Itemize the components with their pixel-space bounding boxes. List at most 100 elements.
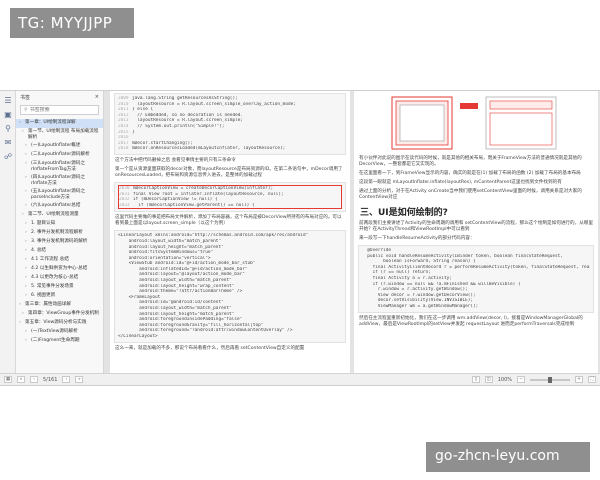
chevron-right-icon[interactable]: › [25,189,29,195]
last-page-icon[interactable]: » [75,376,84,383]
toc-item-label: 第二节、UI绘制流程测量 [28,212,79,217]
toc-item[interactable]: › 第四章：ViewGroup事件分发机制 [16,310,103,319]
bookmark-search-input[interactable] [29,107,90,113]
toc-item[interactable]: › 第三章：属性动画详解 [16,301,103,310]
close-icon[interactable]: × [95,94,99,100]
paragraph: 有小伙伴对此说的图示在读代码的时候，就是其他的相关布局，而关于FrameView… [359,156,582,167]
chevron-right-icon[interactable]: › [22,212,26,218]
chevron-right-icon[interactable]: › [25,338,29,344]
bookmark-icon[interactable]: ☰ [3,96,13,105]
code-block-mid: 2030 mDecorCaptionView = createDecorCapti… [114,181,346,213]
next-page-icon[interactable]: › [62,376,71,383]
comment-icon[interactable]: ✉ [3,138,13,147]
zoom-level[interactable]: 100% [498,377,512,383]
chevron-right-icon[interactable]: › [25,221,29,227]
fullscreen-icon[interactable]: ⛶ [588,376,596,383]
toc-item-label: 3. 事件分发机制源码的解析 [31,239,88,244]
toc-item-label: (五)LayoutInflater源码之parseInclude方法 [31,189,86,200]
code-text: layoutResource = R.layout.screen_simple; [132,118,244,124]
document-page-left: 2009 java.lang.String getResourcesAsStrin… [110,91,350,375]
toc-item[interactable]: › 4.1 工作流程 总结 [16,256,103,265]
chevron-right-icon[interactable]: › [19,120,23,126]
chevron-right-icon[interactable]: › [25,248,29,254]
toc-item[interactable]: › 第一节、UI绘制流程 布局加载流程解析 [16,128,103,142]
toc-item[interactable]: › 4. 总结 [16,247,103,256]
paragraph: 这段第一眼就是 mLayoutInflater.inflate(layoutRe… [359,180,562,185]
code-text: final View root = inflater.inflate(layou… [133,191,284,197]
toc-item[interactable]: › 第二节、UI绘制流程测量 [16,211,103,220]
toc-item[interactable]: › (五)LayoutInflater源码之parseInclude方法 [16,188,103,202]
toc-item-label: 4.3 以更改为核心-总结 [31,275,79,280]
page-indicator[interactable]: 5/161 [43,377,57,383]
toc-item[interactable]: › 3. 事件分发机制源码的解析 [16,238,103,247]
chevron-right-icon[interactable]: › [25,275,29,281]
icon-rail: ☰ ▣ ⚲ ✉ ☍ [0,91,16,375]
line-number: 2018 [118,146,129,152]
first-page-icon[interactable]: « [17,376,25,383]
toc-item-label: 2. 事件分发机制流程解析 [31,230,83,235]
toc-item[interactable]: › (二)LayoutInflater源码解析 [16,151,103,160]
code-text: mDecor.startChanging(); [132,140,193,146]
sidebar-search: ⚲ [20,105,99,115]
paragraph: 这里代码主要做的事是把布局文件解析，添加了布局容器，这个布局是被DecorVie… [115,215,342,227]
zoom-in-icon[interactable]: + [575,376,583,383]
chevron-right-icon[interactable]: › [19,320,23,326]
code-text: mDecor.onResourcesLoaded(mLayoutInflater… [132,146,286,152]
single-page-icon[interactable]: ▯ [471,376,480,383]
prev-page-icon[interactable]: ‹ [30,376,38,383]
toc-item-label: (二)LayoutInflater源码解析 [31,152,90,157]
toc-item[interactable]: › 第五章：View源码分析与实践 [16,319,103,328]
toc-item[interactable]: › (一)TextView源码解析 [16,328,103,337]
chevron-right-icon[interactable]: › [25,161,29,167]
toc-item[interactable]: › (一)LayoutInflater概述 [16,142,103,151]
zoom-slider[interactable] [530,376,570,383]
toc-item[interactable]: › (三)LayoutInflater源码之rInflateFromTag方法 [16,160,103,174]
paragraph: 然后在主流程里重新初始化，我们在这一步调用 wm.addView(decor, … [359,315,583,327]
toc-item[interactable]: › (二)Fragment生命周期 [16,337,103,346]
search-icon[interactable]: ⚲ [3,124,13,133]
toc-item-label: 1. 题目认知 [31,221,56,226]
zoom-out-icon[interactable]: − [517,376,525,383]
toc-item[interactable]: › (六)LayoutInflater总结 [16,202,103,211]
two-page-icon[interactable]: ◫ [484,376,493,383]
chevron-right-icon[interactable]: › [25,266,29,272]
zoom-slider-thumb[interactable] [548,376,552,383]
document-page-right: 有小伙伴对此说的图示在读代码的时候，就是其他的相关布局，而关于FrameView… [354,91,598,375]
code-text: if (mDecorCaptionView != null) { [133,197,218,203]
toc-item[interactable]: › (四)LayoutInflater源码之rInflate方法 [16,174,103,188]
toc-item-label: (一)TextView源码解析 [31,329,78,334]
code-block-xml: <LinearLayout xmlns:android="http://sche… [114,230,346,343]
chevron-right-icon[interactable]: › [22,311,26,317]
chevron-right-icon[interactable]: › [25,257,29,263]
chevron-right-icon[interactable]: › [25,284,29,290]
code-text: if (mDecorCaptionView.getParent() == nul… [133,202,255,208]
toc-item[interactable]: › 4.3 以更改为核心-总结 [16,274,103,283]
chevron-right-icon[interactable]: › [25,329,29,335]
toc-item[interactable]: › 2. 事件分发机制流程解析 [16,229,103,238]
toc-item-label: 5. 常见事件分发场景 [31,284,74,289]
chevron-right-icon[interactable]: › [25,143,29,149]
chevron-right-icon[interactable]: › [25,152,29,158]
chevron-right-icon[interactable]: › [25,239,29,245]
chevron-right-icon[interactable]: › [25,230,29,236]
toc-item[interactable]: › 第一章：UI绘制流程详解 [16,119,103,128]
thumbnail-icon[interactable]: ▣ [3,110,13,119]
grid-icon[interactable]: ▦ [4,376,12,383]
code-text: } else { [132,107,154,113]
toc-item[interactable]: › 5. 常见事件分发场景 [16,283,103,292]
chevron-right-icon[interactable]: › [25,203,29,209]
chevron-right-icon[interactable]: › [25,293,29,299]
code-text: // Embedded, so no decoration is needed. [132,112,244,118]
toc-item-label: (四)LayoutInflater源码之rInflate方法 [31,175,86,186]
chevron-right-icon[interactable]: › [19,302,23,308]
toc-item[interactable]: › 6. 视图更新 [16,292,103,301]
attachment-icon[interactable]: ☍ [3,152,13,161]
code-text: mDecorCaptionView = createDecorCaptionVi… [133,185,274,191]
toc-item-label: 4.1 工作流程 总结 [31,257,69,262]
code-line: 2018 mDecor.onResourcesLoaded(mLayoutInfl… [118,146,342,152]
toc-item[interactable]: › 1. 题目认知 [16,220,103,229]
chevron-right-icon[interactable]: › [22,129,26,135]
toc-item[interactable]: › 4.2 以生鲜供货为中心-总结 [16,265,103,274]
toc-item-label: 第一章：UI绘制流程详解 [25,120,76,125]
chevron-right-icon[interactable]: › [25,175,29,181]
